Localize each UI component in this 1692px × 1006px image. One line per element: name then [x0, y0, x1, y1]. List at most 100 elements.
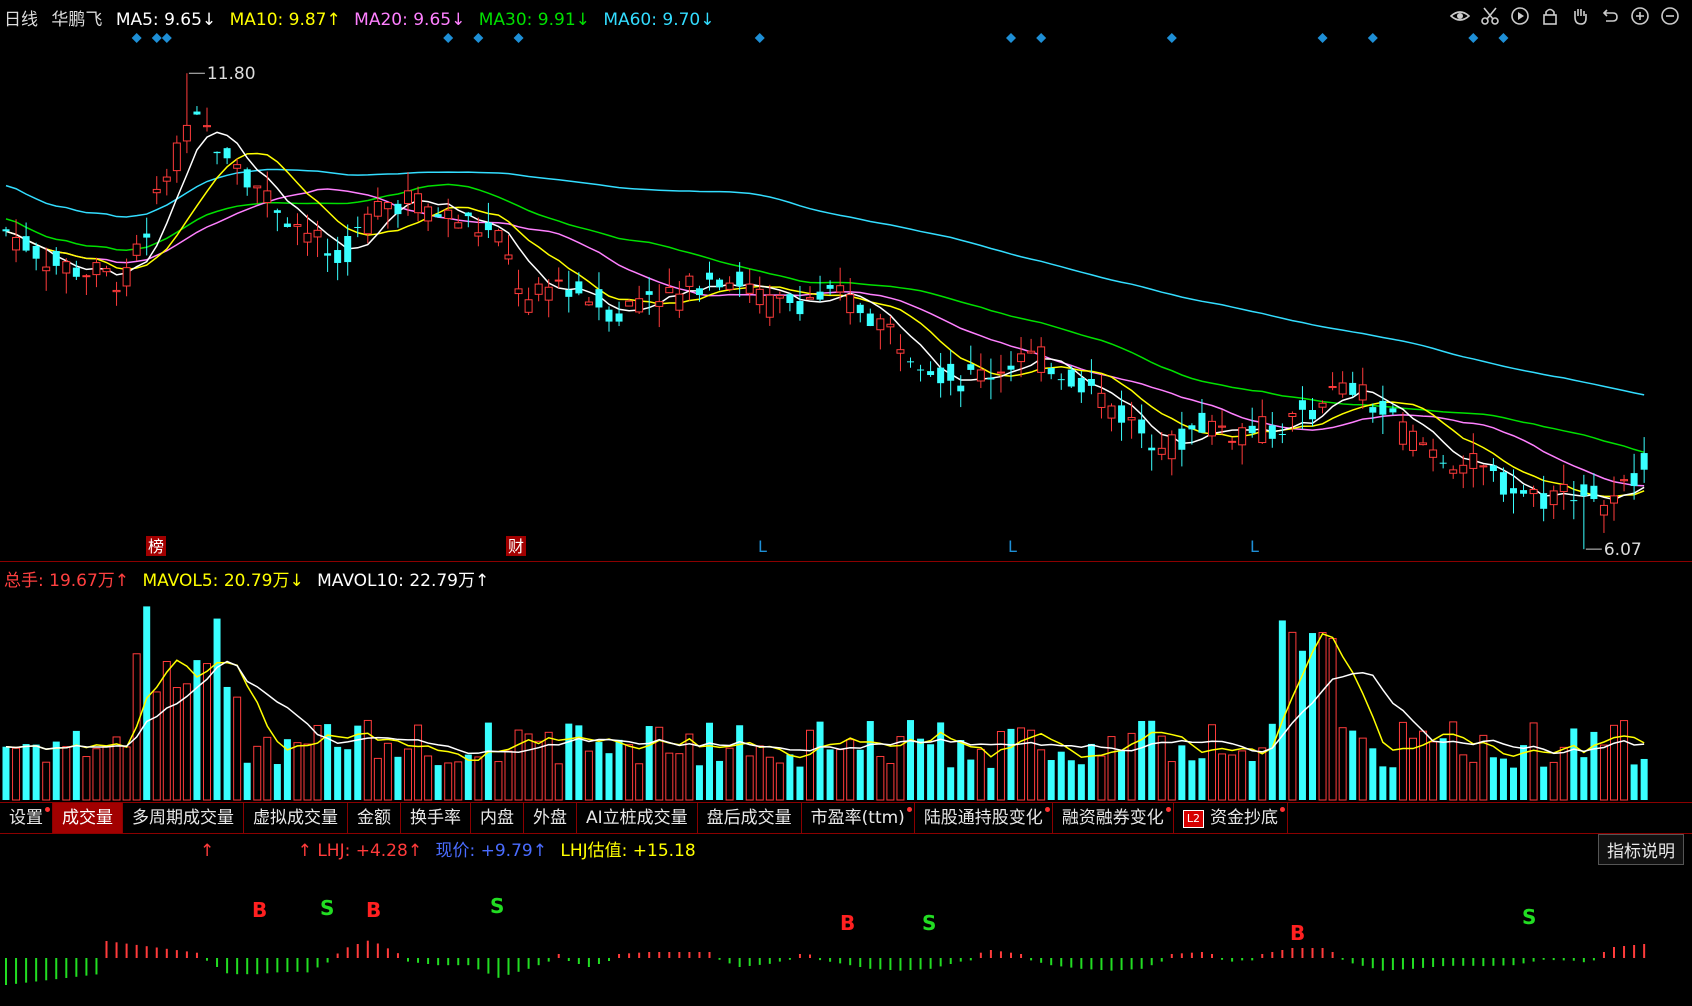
candle-body: [62, 261, 71, 274]
candle-body: [1630, 473, 1638, 487]
event-diamond-icon: [513, 33, 524, 43]
candle-body: [1580, 484, 1588, 497]
candle-body: [765, 294, 774, 318]
candle-body: [404, 190, 412, 204]
tab-label: 陆股通持股变化: [923, 808, 1043, 828]
candle-body: [484, 222, 492, 231]
candle-body: [565, 289, 573, 297]
sell-signal: S: [922, 911, 936, 935]
candle-body: [1358, 384, 1367, 401]
candle-body: [605, 309, 613, 322]
volume-bar: [102, 745, 111, 801]
candle-body: [1459, 464, 1468, 474]
volume-bar: [1499, 758, 1507, 800]
lhj-indicator-chart[interactable]: B S B S B S B S: [0, 862, 1692, 1006]
candle-body: [444, 209, 453, 219]
event-diamond-icon: [473, 33, 484, 43]
candle-body: [2, 229, 10, 232]
candle-body: [675, 293, 684, 311]
volume-bar: [1238, 750, 1247, 801]
volume-bar: [313, 724, 322, 801]
event-diamond-icon: [1036, 33, 1047, 43]
tab-7[interactable]: 外盘: [524, 803, 577, 833]
tab-1[interactable]: 成交量: [53, 803, 123, 833]
tab-12[interactable]: 融资融券变化: [1053, 803, 1174, 833]
volume-bar: [1559, 746, 1568, 801]
volume-bar: [1540, 766, 1548, 800]
volume-bar: [72, 730, 80, 800]
candle-body: [1489, 465, 1497, 472]
ma5-line: [5, 131, 1645, 501]
volume-bar: [996, 731, 1005, 801]
candlestick-chart[interactable]: 11.80 6.07 榜 财 L L L: [0, 0, 1692, 560]
volume-bar: [665, 752, 674, 801]
candle-body: [1349, 382, 1357, 395]
tab-9[interactable]: 盘后成交量: [698, 803, 802, 833]
candle-body: [172, 142, 181, 172]
indicator-help-button[interactable]: 指标说明: [1598, 834, 1684, 865]
tab-3[interactable]: 虚拟成交量: [244, 803, 348, 833]
up-arrow: ↑: [200, 841, 215, 861]
candle-body: [1278, 433, 1286, 435]
candle-body: [383, 202, 392, 210]
candle-body: [1037, 346, 1046, 373]
event-diamond-icon: [1498, 33, 1509, 43]
volume-bar: [695, 765, 703, 800]
volume-bar: [1007, 728, 1015, 800]
volume-bar: [424, 755, 433, 801]
volume-bar: [635, 763, 644, 801]
tab-label: AI立桩成交量: [586, 808, 688, 828]
volume-bar: [1599, 744, 1608, 801]
tab-6[interactable]: 内盘: [471, 803, 524, 833]
candle-body: [1610, 495, 1618, 504]
candle-body: [213, 151, 221, 154]
volume-bar: [1017, 727, 1026, 801]
candle-body: [1218, 425, 1227, 428]
candle-body: [967, 364, 975, 370]
candle-body: [1540, 493, 1548, 509]
candle-body: [796, 301, 804, 315]
candle-body: [786, 294, 794, 304]
candle-body: [1268, 425, 1276, 439]
volume-chart[interactable]: [0, 588, 1692, 802]
tab-11[interactable]: 陆股通持股变化: [915, 803, 1053, 833]
current-price: 现价: +9.79↑: [435, 841, 547, 861]
candle-body: [22, 236, 30, 251]
volume-bar: [736, 725, 744, 800]
volume-bar: [1118, 750, 1126, 800]
tab-13[interactable]: L2 资金抄底: [1174, 803, 1288, 833]
tab-5[interactable]: 换手率: [401, 803, 471, 833]
tab-label: 金额: [357, 808, 391, 828]
volume-bar: [1479, 734, 1488, 801]
tab-2[interactable]: 多周期成交量: [123, 803, 244, 833]
candle-body: [826, 284, 834, 289]
candle-body: [645, 291, 653, 295]
candle-body: [706, 272, 713, 280]
volume-bar: [1398, 721, 1407, 801]
tab-4[interactable]: 金额: [348, 803, 401, 833]
tab-0[interactable]: 设置: [0, 803, 53, 833]
candle-body: [775, 295, 784, 299]
candle-body: [494, 230, 503, 243]
volume-bar: [1178, 745, 1186, 800]
tab-8[interactable]: AI立桩成交量: [577, 803, 698, 833]
volume-bar: [1379, 766, 1387, 800]
candle-body: [1228, 440, 1237, 443]
candle-body: [1178, 428, 1186, 450]
candle-body: [534, 283, 543, 295]
volume-bar: [706, 722, 713, 800]
tab-10[interactable]: 市盈率(ttm): [802, 803, 915, 833]
volume-bar: [1580, 757, 1588, 800]
volume-bar: [434, 765, 442, 800]
volume-bar: [394, 756, 402, 800]
candle-body: [1409, 430, 1417, 451]
candle-body: [876, 318, 885, 331]
volume-bar: [42, 761, 51, 801]
ma30-line: [5, 183, 1645, 454]
candle-body: [32, 245, 40, 259]
tab-label: 成交量: [62, 808, 113, 828]
volume-bar: [1429, 741, 1438, 801]
candle-body: [685, 275, 694, 287]
candle-body: [1077, 377, 1085, 393]
candle-body: [132, 243, 141, 256]
